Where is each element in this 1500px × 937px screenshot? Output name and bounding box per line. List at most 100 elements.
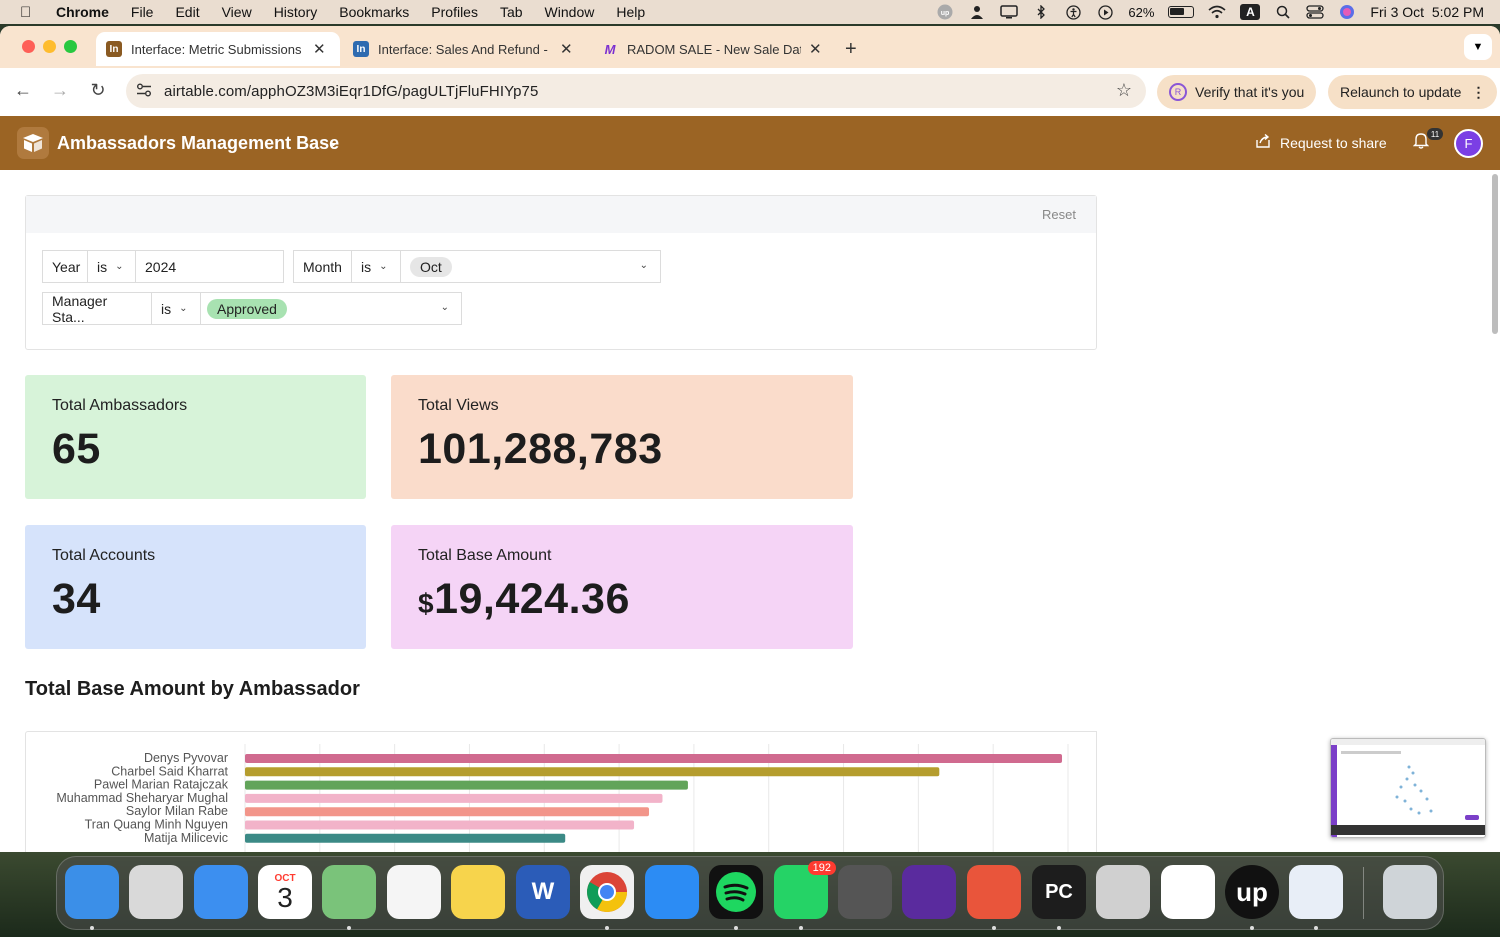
- mail-alt-icon[interactable]: [1289, 865, 1343, 919]
- menu-view[interactable]: View: [222, 4, 252, 20]
- notes-icon[interactable]: [451, 865, 505, 919]
- chrome-icon[interactable]: [580, 865, 634, 919]
- menu-file[interactable]: File: [131, 4, 154, 20]
- battery-icon[interactable]: [1168, 6, 1195, 18]
- address-bar[interactable]: airtable.com/apphOZ3M3iEqr1DfG/pagULTjFl…: [126, 74, 1146, 108]
- browser-toolbar: ← → ↻ airtable.com/apphOZ3M3iEqr1DfG/pag…: [0, 68, 1500, 116]
- new-tab-button[interactable]: +: [845, 38, 857, 61]
- ticktick-icon[interactable]: [967, 865, 1021, 919]
- upwork-icon[interactable]: up: [1225, 865, 1279, 919]
- close-tab-icon[interactable]: ✕: [560, 40, 573, 58]
- site-settings-icon[interactable]: [136, 83, 154, 100]
- bar[interactable]: [245, 767, 940, 777]
- menu-clock[interactable]: Fri 3 Oct 5:02 PM: [1370, 4, 1484, 20]
- whatsapp-icon[interactable]: 192: [774, 861, 836, 919]
- base-title[interactable]: Ambassadors Management Base: [57, 133, 339, 154]
- menu-help[interactable]: Help: [616, 4, 645, 20]
- verify-identity-button[interactable]: R Verify that it's you: [1157, 75, 1317, 109]
- card-value: 65: [52, 425, 101, 473]
- finder-icon[interactable]: [65, 865, 119, 919]
- menu-edit[interactable]: Edit: [175, 4, 199, 20]
- filter-operator-year[interactable]: is ⌄: [87, 250, 136, 283]
- filter-value-year[interactable]: 2024: [135, 250, 284, 283]
- bluetooth-icon[interactable]: [1032, 5, 1050, 19]
- wifi-icon[interactable]: [1208, 5, 1226, 19]
- accessibility-icon[interactable]: [1064, 4, 1082, 20]
- filter-operator-manager-status[interactable]: is ⌄: [151, 292, 201, 325]
- display-icon[interactable]: [1000, 5, 1019, 19]
- reload-icon[interactable]: ↻: [86, 80, 110, 101]
- bar[interactable]: [245, 780, 688, 790]
- bookmark-star-icon[interactable]: ☆: [1116, 80, 1132, 101]
- input-source-icon[interactable]: A: [1240, 4, 1261, 20]
- launchpad-icon[interactable]: [129, 865, 183, 919]
- url-text[interactable]: airtable.com/apphOZ3M3iEqr1DfG/pagULTjFl…: [164, 83, 538, 100]
- tab-sales-and-refund[interactable]: In Interface: Sales And Refund - ✕: [343, 32, 587, 66]
- filter-value-month[interactable]: Oct ⌄: [400, 250, 661, 283]
- screenshot-thumbnail[interactable]: [1330, 738, 1486, 838]
- chevron-down-icon[interactable]: ⌄: [441, 302, 449, 313]
- page-scrollbar[interactable]: [1492, 174, 1498, 334]
- chevron-down-icon[interactable]: ⌄: [328, 134, 339, 150]
- bar[interactable]: [245, 807, 650, 817]
- menu-bookmarks[interactable]: Bookmarks: [339, 4, 409, 20]
- maps-icon[interactable]: [322, 865, 376, 919]
- bar[interactable]: [245, 754, 1063, 763]
- menu-profiles[interactable]: Profiles: [431, 4, 478, 20]
- close-tab-icon[interactable]: ✕: [809, 40, 822, 58]
- menu-history[interactable]: History: [274, 4, 318, 20]
- minimize-window-button[interactable]: [43, 40, 56, 53]
- running-indicator: [799, 926, 803, 930]
- user-avatar[interactable]: F: [1454, 129, 1483, 158]
- bar[interactable]: [245, 793, 663, 803]
- filter-value-manager-status[interactable]: Approved ⌄: [200, 292, 462, 325]
- word-icon[interactable]: W: [516, 865, 570, 919]
- mail-icon[interactable]: [194, 865, 248, 919]
- calendar-icon[interactable]: OCT 3: [258, 865, 312, 919]
- make-favicon-icon: M: [604, 41, 616, 57]
- menu-window[interactable]: Window: [545, 4, 595, 20]
- pycharm-icon[interactable]: PC: [1032, 865, 1086, 919]
- tab-label: Interface: Sales And Refund -: [378, 41, 548, 57]
- close-tab-icon[interactable]: ✕: [313, 40, 326, 58]
- interface-page: Reset Year is ⌄ 2024 Month is ⌄ Oct ⌄ Mana…: [0, 170, 1500, 852]
- tab-radom-sale[interactable]: M RADOM SALE - New Sale Dat ✕: [592, 32, 836, 66]
- reset-button[interactable]: Reset: [1042, 207, 1076, 222]
- base-logo-icon[interactable]: [17, 127, 49, 159]
- dock: OCT 3 W 192 PC up: [56, 856, 1444, 930]
- filter-operator-month[interactable]: is ⌄: [351, 250, 401, 283]
- iphone-mirroring-icon[interactable]: [1096, 865, 1150, 919]
- firefox-icon[interactable]: [902, 865, 956, 919]
- currency-symbol: $: [418, 588, 435, 619]
- interface-favicon-icon: In: [106, 41, 122, 57]
- tab-metric-submissions[interactable]: In Interface: Metric Submissions ✕: [96, 32, 340, 66]
- upwork-status-icon[interactable]: up: [936, 4, 954, 20]
- request-to-share-button[interactable]: Request to share: [1256, 133, 1387, 151]
- play-icon[interactable]: [1096, 4, 1114, 20]
- menu-tab[interactable]: Tab: [500, 4, 523, 20]
- forward-arrow-icon[interactable]: →: [48, 80, 72, 101]
- filter-field-month: Month: [293, 250, 352, 283]
- bar[interactable]: [245, 833, 566, 843]
- relaunch-button[interactable]: Relaunch to update ⋮: [1328, 75, 1498, 109]
- user-status-icon[interactable]: [968, 5, 986, 19]
- trash-icon[interactable]: [1383, 865, 1437, 919]
- bar[interactable]: [245, 820, 635, 830]
- card-total-ambassadors: Total Ambassadors 65: [25, 375, 366, 499]
- apple-icon[interactable]: : [20, 4, 38, 21]
- chevron-down-icon[interactable]: ⌄: [640, 260, 648, 271]
- kebab-menu-icon[interactable]: ⋮: [1471, 84, 1485, 101]
- spotlight-search-icon[interactable]: [1274, 5, 1292, 19]
- control-center-icon[interactable]: [1306, 5, 1325, 19]
- menu-app-name[interactable]: Chrome: [56, 4, 109, 20]
- app-store-icon[interactable]: [645, 865, 699, 919]
- zoom-window-button[interactable]: [64, 40, 77, 53]
- reminders-icon[interactable]: [387, 865, 441, 919]
- tab-search-dropdown-icon[interactable]: ▼: [1464, 34, 1492, 60]
- slack-icon[interactable]: [1161, 865, 1215, 919]
- back-arrow-icon[interactable]: ←: [11, 80, 35, 101]
- calculator-icon[interactable]: [838, 865, 892, 919]
- spotify-icon[interactable]: [709, 865, 763, 919]
- close-window-button[interactable]: [22, 40, 35, 53]
- siri-icon[interactable]: [1338, 5, 1356, 19]
